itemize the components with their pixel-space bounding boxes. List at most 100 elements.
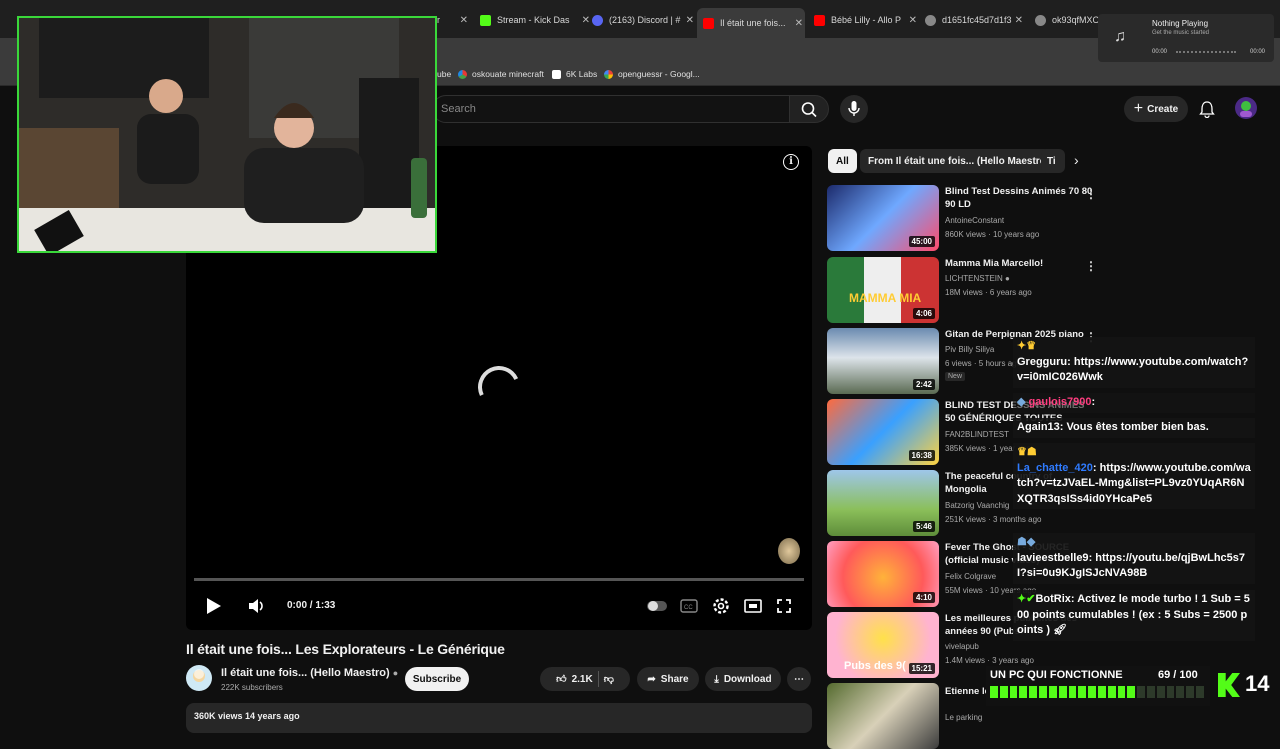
- search-button[interactable]: [789, 95, 829, 123]
- recommended-video[interactable]: MAMMA MIA 4:06 Mamma Mia Marcello! LICHTE…: [827, 257, 1127, 323]
- goal-segment: [1009, 686, 1018, 698]
- rec-channel[interactable]: Felix Colgrave: [945, 572, 996, 581]
- browser-tab[interactable]: Stream - Kick Das ✕: [480, 8, 592, 32]
- kick-logo-icon: [1218, 673, 1240, 697]
- more-icon: ⋯: [794, 673, 804, 685]
- rec-channel[interactable]: Piv Billy Siliya: [945, 345, 994, 354]
- search-icon: [801, 102, 817, 118]
- chat-message: Again13: Vous êtes tomber bien bas.: [1013, 418, 1255, 438]
- browser-tab-active[interactable]: Il était une fois... ✕: [697, 8, 805, 38]
- video-duration: 45:00: [908, 236, 935, 247]
- share-icon: ➦: [647, 673, 656, 685]
- bell-icon[interactable]: [1198, 100, 1216, 118]
- rec-channel[interactable]: Le parking: [945, 713, 982, 722]
- video-thumbnail[interactable]: Pubs des 9(15:21: [827, 612, 939, 678]
- like-button[interactable]: 👍︎ 2.1K: [556, 673, 593, 686]
- goal-segment: [1196, 686, 1204, 698]
- bookmark-item[interactable]: 6K Labs: [552, 69, 597, 79]
- subscriber-count: 222K subscribers: [221, 683, 283, 692]
- close-tab-icon[interactable]: ✕: [909, 15, 917, 26]
- svg-text:CC: CC: [684, 605, 693, 611]
- chip-from-channel[interactable]: From Il était une fois... (Hello Maestro…: [860, 149, 1058, 173]
- goal-segment: [1186, 686, 1195, 698]
- bookmark-item[interactable]: oskouate minecraft: [458, 69, 544, 79]
- chat-username: BotRix: [1035, 593, 1071, 605]
- media-widget: ♫ Nothing Playing Get the music started …: [1098, 14, 1274, 62]
- chip-all[interactable]: All: [828, 149, 857, 173]
- browser-tab[interactable]: ok93qfMXOn: [1035, 8, 1100, 32]
- video-thumbnail[interactable]: 16:38: [827, 399, 939, 465]
- video-progress-bar[interactable]: [194, 578, 804, 581]
- rec-title[interactable]: Mamma Mia Marcello!: [945, 257, 1095, 270]
- video-thumbnail[interactable]: [827, 683, 939, 749]
- play-icon[interactable]: [203, 596, 223, 616]
- chat-badges-icon: ✦✔: [1017, 593, 1036, 605]
- voice-search-button[interactable]: [840, 95, 868, 123]
- account-avatar[interactable]: [1235, 97, 1257, 119]
- chevron-right-icon[interactable]: ›: [1074, 152, 1079, 168]
- more-vert-icon[interactable]: ⋮: [1085, 259, 1097, 273]
- media-time-end: 00:00: [1250, 49, 1266, 55]
- settings-gear-icon[interactable]: [711, 596, 731, 616]
- goal-segment: [1048, 686, 1057, 698]
- recommended-video[interactable]: 45:00 Blind Test Dessins Animés 70 80 90…: [827, 185, 1127, 251]
- rec-channel[interactable]: AntoineConstant: [945, 216, 1004, 225]
- create-button[interactable]: + Create: [1124, 96, 1188, 122]
- theater-mode-icon[interactable]: [744, 599, 762, 613]
- goal-segment: [1097, 686, 1106, 698]
- divider: [597, 671, 599, 687]
- bookmark-item[interactable]: ube: [437, 69, 451, 79]
- info-icon[interactable]: i: [783, 154, 799, 170]
- video-title: Il était une fois... Les Explorateurs - …: [186, 641, 505, 657]
- chat-text: Vous êtes tomber bien bas.: [1066, 421, 1209, 433]
- share-button[interactable]: ➦ Share: [637, 667, 699, 691]
- media-seek-bar[interactable]: [1176, 51, 1236, 53]
- goal-segment: [1176, 686, 1185, 698]
- autoplay-toggle[interactable]: [646, 598, 668, 614]
- rec-channel[interactable]: FAN2BLINDTEST: [945, 430, 1009, 439]
- close-tab-icon[interactable]: ✕: [1015, 15, 1023, 26]
- search-input[interactable]: Search: [432, 95, 790, 123]
- thumbnail-text: MAMMA MIA: [849, 291, 922, 305]
- goal-segment: [1117, 686, 1126, 698]
- goal-segment: [1039, 686, 1047, 698]
- video-thumbnail[interactable]: 5:46: [827, 470, 939, 536]
- video-thumbnail[interactable]: MAMMA MIA 4:06: [827, 257, 939, 323]
- video-thumbnail[interactable]: 45:00: [827, 185, 939, 251]
- download-button[interactable]: ⤓ Download: [705, 667, 781, 691]
- thumbs-up-icon: 👍︎: [556, 674, 567, 685]
- close-tab-icon[interactable]: ✕: [582, 15, 590, 26]
- rec-title[interactable]: Blind Test Dessins Animés 70 80 90 LD: [945, 185, 1095, 211]
- chat-username: Gregguru: [1017, 355, 1068, 368]
- channel-name[interactable]: Il était une fois... (Hello Maestro) ●: [221, 667, 398, 679]
- download-icon: ⤓: [714, 673, 719, 685]
- rec-channel[interactable]: vivelapub: [945, 642, 979, 651]
- video-thumbnail[interactable]: 2:42: [827, 328, 939, 394]
- description-box[interactable]: 360K views 14 years ago: [186, 703, 812, 733]
- thumbs-down-icon[interactable]: 👎︎: [604, 673, 614, 685]
- chip-related[interactable]: Ti: [1041, 149, 1065, 173]
- video-thumbnail[interactable]: 4:10: [827, 541, 939, 607]
- browser-tab[interactable]: d1651fc45d7d1f3 ✕: [925, 8, 1025, 32]
- captions-icon[interactable]: CC: [680, 599, 698, 613]
- browser-tab[interactable]: (2163) Discord | # ✕: [592, 8, 696, 32]
- rec-channel[interactable]: LICHTENSTEIN ●: [945, 274, 1010, 283]
- google-icon: [604, 69, 613, 79]
- close-tab-icon[interactable]: ✕: [686, 15, 694, 26]
- fullscreen-icon[interactable]: [776, 598, 792, 614]
- close-tab-icon[interactable]: ✕: [460, 15, 468, 26]
- more-vert-icon[interactable]: ⋮: [1085, 187, 1097, 201]
- channel-watermark[interactable]: [778, 538, 800, 564]
- browser-tab[interactable]: Bébé Lilly - Allo P ✕: [814, 8, 919, 32]
- chat-badges-icon: ☗◆: [1017, 536, 1036, 548]
- bookmark-item[interactable]: openguessr - Googl...: [604, 69, 700, 79]
- more-actions-button[interactable]: ⋯: [787, 667, 811, 691]
- goal-segment: [1029, 686, 1038, 698]
- chat-badges-icon: ✦♛: [1017, 340, 1037, 352]
- globe-icon: [1035, 14, 1046, 26]
- channel-avatar[interactable]: [186, 665, 212, 691]
- close-tab-icon[interactable]: ✕: [795, 18, 803, 29]
- volume-icon[interactable]: [246, 596, 266, 616]
- rec-channel[interactable]: Batzorig Vaanchig: [945, 501, 1009, 510]
- subscribe-button[interactable]: Subscribe: [405, 667, 469, 691]
